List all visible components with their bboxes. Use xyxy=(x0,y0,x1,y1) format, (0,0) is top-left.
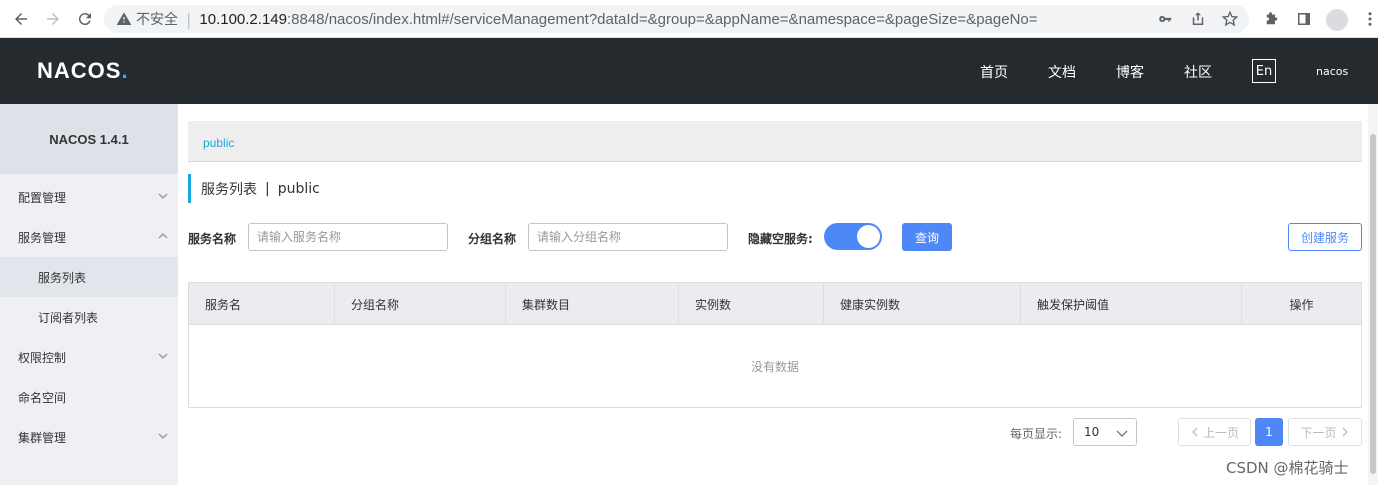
service-name-input[interactable] xyxy=(248,223,448,251)
nacos-logo[interactable]: NACOS. xyxy=(37,58,129,84)
logo-dot: . xyxy=(121,58,129,83)
star-icon[interactable] xyxy=(1221,10,1239,28)
sidebar-item-label: 服务列表 xyxy=(38,270,87,285)
table-header: 服务名 分组名称 集群数目 实例数 健康实例数 触发保护阈值 操作 xyxy=(189,283,1361,325)
toggle-knob xyxy=(857,225,880,248)
page-title-text: 服务列表 xyxy=(201,181,257,198)
reload-icon[interactable] xyxy=(74,8,96,30)
share-icon[interactable] xyxy=(1189,10,1207,28)
page-title-separator: | xyxy=(265,180,270,197)
app-header: NACOS. 首页 文档 博客 社区 En nacos xyxy=(0,38,1378,104)
sidebar-item-subscriber-list[interactable]: 订阅者列表 xyxy=(0,297,178,337)
sidebar-item-label: 配置管理 xyxy=(18,190,67,205)
url-text[interactable]: 10.100.2.149:8848/nacos/index.html#/serv… xyxy=(199,11,1037,28)
chevron-down-icon xyxy=(1116,427,1128,439)
page-title-namespace: public xyxy=(277,180,320,197)
column-service-name: 服务名 xyxy=(189,283,335,325)
page-size-value: 10 xyxy=(1084,425,1100,439)
sidebar-item-label: 订阅者列表 xyxy=(38,310,99,325)
forward-icon[interactable] xyxy=(42,8,64,30)
sidebar-item-label: 服务管理 xyxy=(18,230,67,245)
extensions-icon[interactable] xyxy=(1262,9,1282,29)
next-page-button[interactable]: 下一页 xyxy=(1288,418,1362,446)
hide-empty-services-label: 隐藏空服务: xyxy=(748,232,813,246)
sidebar-item-service-management[interactable]: 服务管理 xyxy=(0,217,178,257)
address-bar[interactable]: 不安全 | 10.100.2.149:8848/nacos/index.html… xyxy=(104,5,1249,33)
chevron-left-icon xyxy=(1190,427,1200,437)
hide-empty-services-toggle[interactable] xyxy=(824,223,882,250)
service-name-label: 服务名称 xyxy=(188,232,237,246)
profile-avatar-icon[interactable] xyxy=(1326,9,1348,31)
sidebar-item-config-management[interactable]: 配置管理 xyxy=(0,177,178,217)
sidebar-item-service-list[interactable]: 服务列表 xyxy=(0,257,178,297)
empty-state-text: 没有数据 xyxy=(750,359,799,374)
column-protect-threshold: 触发保护阈值 xyxy=(1021,283,1242,325)
page-number-1[interactable]: 1 xyxy=(1255,418,1283,446)
csdn-watermark: CSDN @棉花骑士 xyxy=(1226,459,1349,477)
chevron-up-icon xyxy=(158,231,168,241)
sidebar-item-label: 命名空间 xyxy=(18,390,67,405)
column-healthy-instance-count: 健康实例数 xyxy=(824,283,1021,325)
language-switch-button[interactable]: En xyxy=(1252,59,1276,83)
sidebar-item-cluster-management[interactable]: 集群管理 xyxy=(0,417,178,457)
page-title: 服务列表 | public xyxy=(188,174,320,203)
browser-toolbar: 不安全 | 10.100.2.149:8848/nacos/index.html… xyxy=(0,0,1378,38)
key-icon[interactable] xyxy=(1157,10,1175,28)
query-button[interactable]: 查询 xyxy=(902,223,952,251)
column-actions: 操作 xyxy=(1289,297,1314,312)
page-size-label: 每页显示: xyxy=(1010,427,1063,441)
namespace-link-public[interactable]: public xyxy=(203,136,234,150)
service-table: 服务名 分组名称 集群数目 实例数 健康实例数 触发保护阈值 操作 没有数据 xyxy=(188,282,1362,408)
user-name[interactable]: nacos xyxy=(1316,65,1348,78)
nav-docs[interactable]: 文档 xyxy=(1048,62,1076,82)
sidebar-item-label: 集群管理 xyxy=(18,430,67,445)
side-panel-icon[interactable] xyxy=(1294,9,1314,29)
nav-community[interactable]: 社区 xyxy=(1184,62,1212,82)
namespace-bar: public xyxy=(188,121,1362,162)
sidebar-item-namespace[interactable]: 命名空间 xyxy=(0,377,178,417)
nav-blog[interactable]: 博客 xyxy=(1116,62,1144,82)
chevron-down-icon xyxy=(158,431,168,441)
insecure-label[interactable]: 不安全 xyxy=(136,9,178,29)
logo-text: NACOS xyxy=(37,58,122,83)
next-page-label: 下一页 xyxy=(1300,425,1337,440)
scrollbar-thumb[interactable] xyxy=(1370,134,1376,474)
back-icon[interactable] xyxy=(10,8,32,30)
version-label: NACOS 1.4.1 xyxy=(0,104,178,174)
sidebar-item-label: 权限控制 xyxy=(18,350,67,365)
sidebar: NACOS 1.4.1 配置管理 服务管理 服务列表 订阅者列表 权限控制 命名… xyxy=(0,104,178,485)
column-group-name: 分组名称 xyxy=(335,283,506,325)
url-path: :8848/nacos/index.html#/serviceManagemen… xyxy=(286,10,1038,28)
group-name-input[interactable] xyxy=(528,223,728,251)
column-cluster-count: 集群数目 xyxy=(506,283,679,325)
chevron-down-icon xyxy=(158,191,168,201)
prev-page-label: 上一页 xyxy=(1202,425,1239,440)
chevron-down-icon xyxy=(158,351,168,361)
prev-page-button[interactable]: 上一页 xyxy=(1178,418,1251,446)
warning-icon[interactable] xyxy=(116,11,132,27)
nav-home[interactable]: 首页 xyxy=(980,62,1008,82)
chevron-right-icon xyxy=(1340,427,1350,437)
page-size-select[interactable]: 10 xyxy=(1073,418,1137,446)
sidebar-item-access-control[interactable]: 权限控制 xyxy=(0,337,178,377)
create-service-button[interactable]: 创建服务 xyxy=(1288,223,1362,251)
column-instance-count: 实例数 xyxy=(679,283,824,325)
url-separator: | xyxy=(186,9,192,29)
group-name-label: 分组名称 xyxy=(468,232,517,246)
url-host: 10.100.2.149 xyxy=(199,10,287,28)
more-menu-icon[interactable] xyxy=(1360,9,1378,29)
page-scrollbar[interactable] xyxy=(1368,104,1378,485)
